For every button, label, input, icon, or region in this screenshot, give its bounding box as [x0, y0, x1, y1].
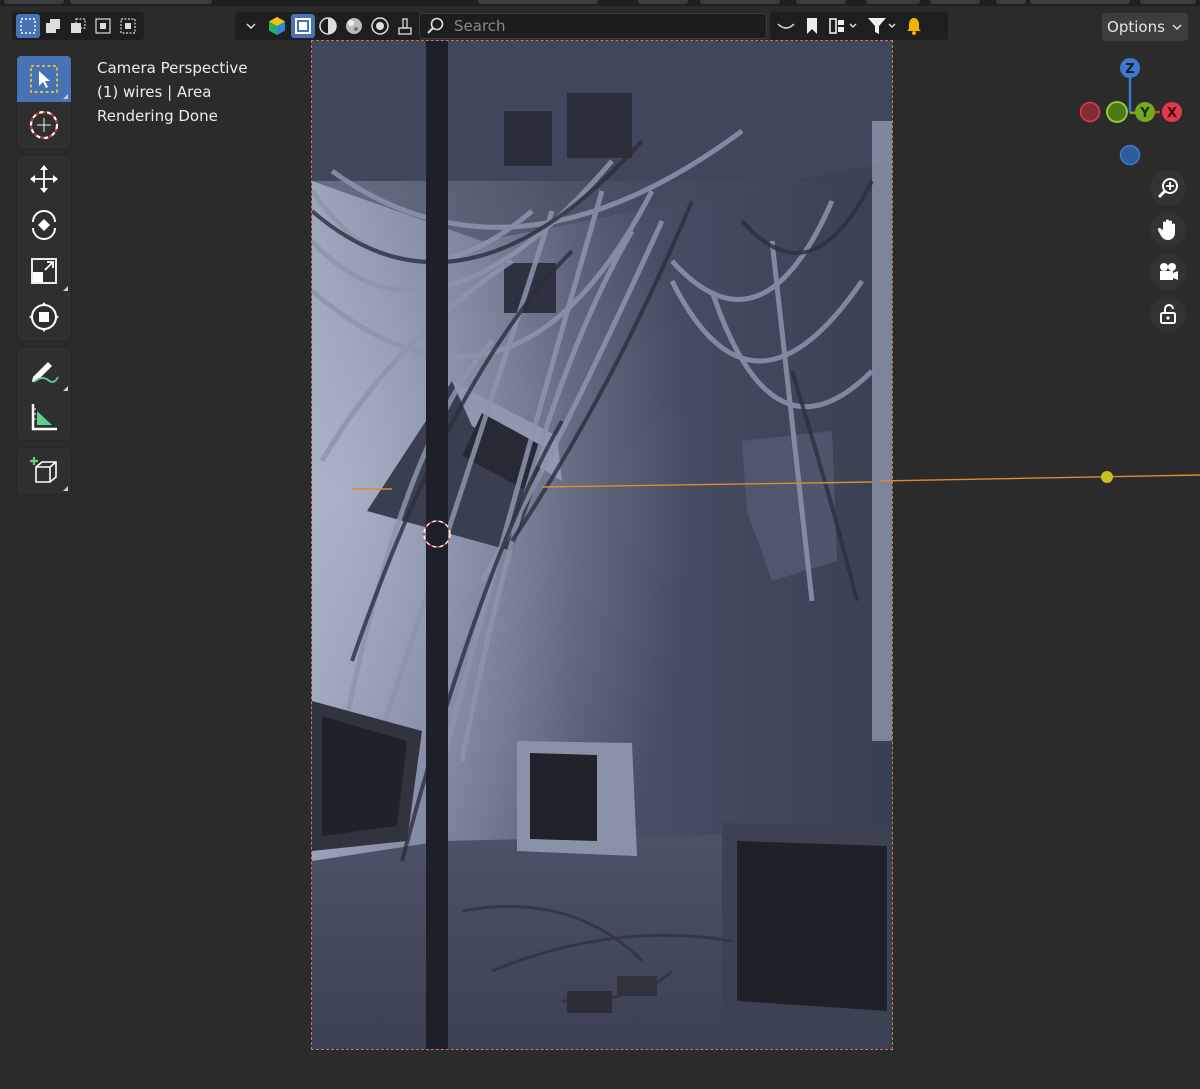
lock-camera-button[interactable]	[1150, 296, 1186, 332]
transform-icon	[29, 302, 59, 332]
camera-render-view[interactable]	[311, 40, 893, 1050]
solid-square-icon	[294, 18, 311, 34]
options-label: Options	[1107, 18, 1165, 36]
selection-mode-group	[12, 12, 144, 40]
wireframe-shading-button[interactable]	[291, 14, 315, 38]
scale-tool[interactable]	[17, 248, 71, 294]
shading-mode-group	[287, 12, 421, 40]
view-name-text: Camera Perspective	[97, 59, 248, 77]
object-type-visibility-button[interactable]	[265, 14, 289, 38]
material-preview-button[interactable]	[342, 14, 366, 38]
measure-tool[interactable]	[17, 394, 71, 440]
hierarchy-icon	[829, 18, 857, 34]
chevron-down-icon	[246, 23, 256, 30]
transform-tool[interactable]	[17, 294, 71, 340]
move-tool[interactable]	[17, 156, 71, 202]
bookmark-icon	[807, 18, 817, 34]
object-info-text: (1) wires | Area	[97, 83, 212, 101]
options-dropdown[interactable]: Options	[1102, 13, 1188, 41]
add-cube-tool[interactable]	[17, 448, 71, 494]
rotate-tool[interactable]	[17, 202, 71, 248]
select-cursor-icon	[30, 65, 58, 93]
viewport-navigation-buttons	[1150, 170, 1186, 338]
shading-options-button[interactable]	[393, 14, 417, 38]
search-input[interactable]	[452, 16, 746, 36]
x-axis-label: X	[1167, 106, 1177, 121]
neg-z-axis-handle	[1119, 144, 1141, 166]
ruler-icon	[31, 404, 57, 431]
select-box-tool[interactable]	[17, 56, 71, 102]
3d-cursor-icon	[29, 110, 59, 140]
overlay-curve-icon	[777, 23, 795, 29]
material-sphere-icon	[345, 18, 362, 34]
viewport-tools-group	[770, 12, 948, 40]
select-subtract-icon	[71, 18, 86, 33]
hierarchy-dropdown[interactable]	[826, 14, 862, 38]
paint-brush-icon	[398, 18, 412, 35]
select-extend-button[interactable]	[41, 14, 65, 38]
cursor-tool[interactable]	[17, 102, 71, 148]
filter-icon	[868, 18, 896, 34]
camera-view-button[interactable]	[1150, 254, 1186, 290]
y-axis-label: Y	[1139, 106, 1150, 121]
scale-icon	[31, 258, 57, 284]
object-visibility-group	[235, 12, 293, 40]
annotate-tool[interactable]	[17, 348, 71, 394]
camera-icon	[1160, 263, 1178, 280]
neg-x-axis-handle	[1079, 101, 1101, 123]
area-light-direction-line	[880, 471, 1200, 483]
viewport-header: Options	[0, 8, 1200, 44]
tool-group-select	[16, 55, 72, 149]
select-invert-button[interactable]	[91, 14, 115, 38]
select-new-button[interactable]	[16, 14, 40, 38]
navigation-gizmo[interactable]: Z Y X	[1075, 55, 1190, 170]
move-arrows-icon	[30, 165, 58, 193]
object-cube-icon	[269, 17, 285, 35]
pencil-icon	[32, 362, 59, 383]
search-field-container	[419, 13, 767, 39]
filter-dropdown[interactable]	[864, 14, 900, 38]
rendered-sphere-icon	[370, 17, 389, 35]
viewport-info-overlay: Camera Perspective (1) wires | Area Rend…	[97, 56, 248, 128]
select-extend-icon	[46, 19, 60, 33]
tool-group-annotate	[16, 347, 72, 441]
chevron-down-icon	[1172, 24, 1182, 31]
zoom-magnifier-icon	[1157, 178, 1178, 199]
visibility-dropdown[interactable]	[239, 14, 263, 38]
bookmark-button[interactable]	[800, 14, 824, 38]
unlock-icon	[1160, 304, 1176, 324]
select-box-icon	[20, 18, 36, 34]
tool-shelf	[16, 55, 72, 501]
rotate-icon	[32, 210, 56, 240]
add-cube-icon	[30, 457, 57, 483]
bell-icon	[907, 18, 921, 35]
solid-shading-button[interactable]	[317, 14, 341, 38]
top-editor-strip	[0, 0, 1200, 6]
select-intersect-icon	[120, 18, 136, 34]
rendered-shading-button[interactable]	[368, 14, 392, 38]
neg-y-axis-handle	[1106, 101, 1128, 123]
overlay-toggle-button[interactable]	[774, 14, 798, 38]
zoom-button[interactable]	[1150, 170, 1186, 206]
hand-icon	[1157, 219, 1175, 240]
render-status-text: Rendering Done	[97, 107, 218, 125]
solid-sphere-icon	[319, 17, 338, 35]
z-axis-label: Z	[1125, 62, 1134, 77]
select-subtract-button[interactable]	[66, 14, 90, 38]
pan-button[interactable]	[1150, 212, 1186, 248]
tool-group-transform	[16, 155, 72, 341]
rendered-scene-image	[312, 41, 892, 1049]
select-intersect-button[interactable]	[116, 14, 140, 38]
tool-group-add	[16, 447, 72, 495]
select-invert-icon	[95, 18, 111, 34]
notification-button[interactable]	[902, 14, 926, 38]
search-icon	[427, 17, 444, 34]
